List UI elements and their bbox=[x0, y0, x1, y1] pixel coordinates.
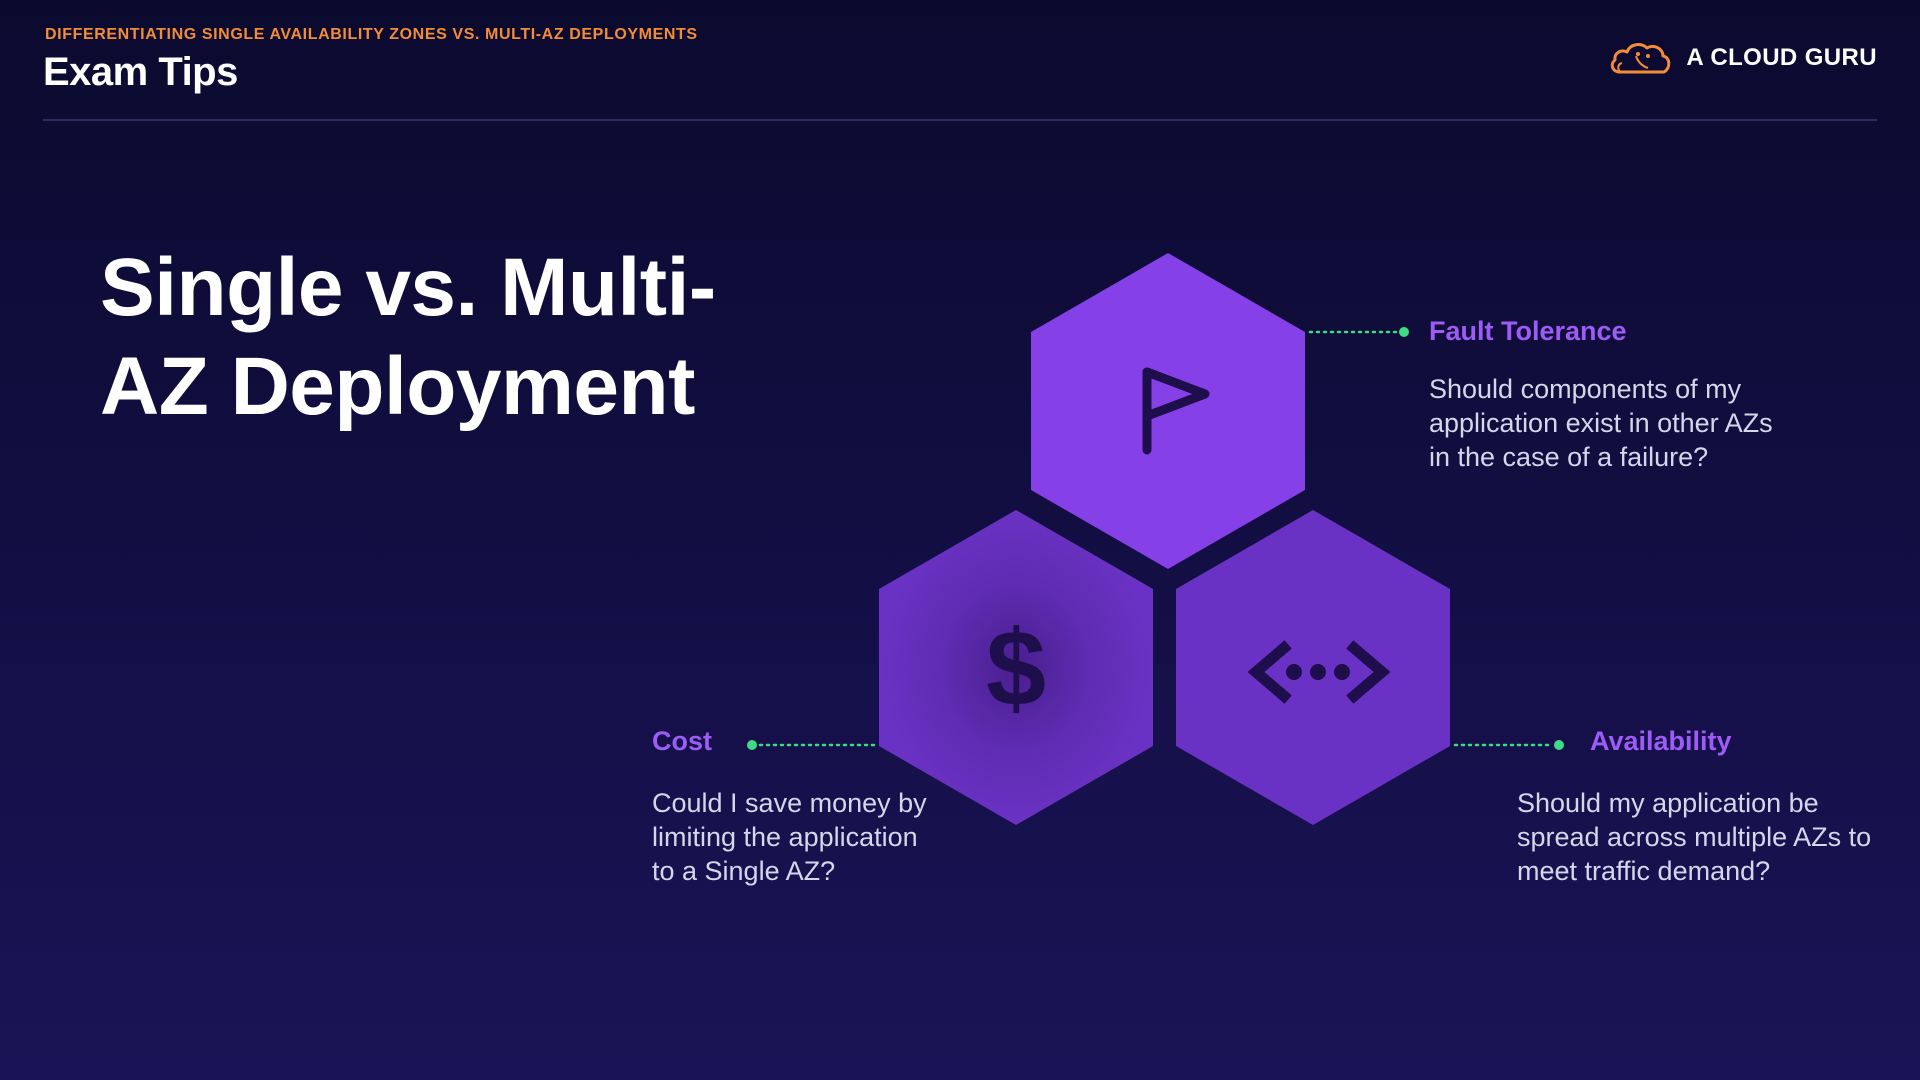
availability-connector bbox=[1453, 740, 1564, 750]
fault-tolerance-connector bbox=[1308, 327, 1409, 337]
cost-text: Could I save money by limiting the appli… bbox=[652, 788, 927, 886]
dollar-icon: $ bbox=[986, 607, 1046, 728]
availability-label: Availability bbox=[1590, 726, 1732, 756]
availability-text: Should my application be spread across m… bbox=[1517, 788, 1872, 886]
fault-tolerance-label: Fault Tolerance bbox=[1429, 316, 1627, 346]
cost-connector bbox=[747, 740, 878, 750]
cost-label: Cost bbox=[652, 726, 712, 756]
hexagon-diagram: $ bbox=[747, 253, 1564, 825]
fault-tolerance-text: Should components of my application exis… bbox=[1429, 374, 1773, 472]
